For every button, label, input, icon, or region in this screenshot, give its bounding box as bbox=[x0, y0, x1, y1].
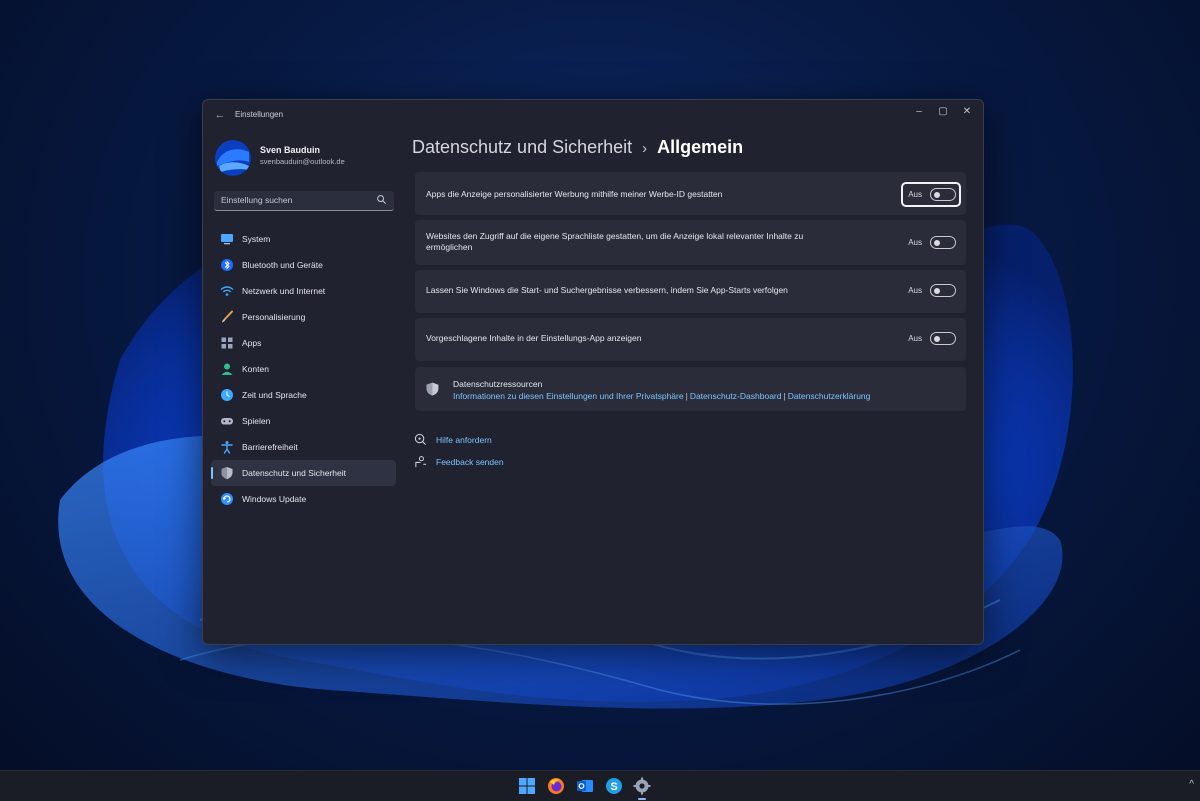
search-input[interactable]: Einstellung suchen bbox=[221, 195, 292, 205]
sidebar-item-label: Zeit und Sprache bbox=[242, 390, 307, 400]
privacy-resources-title: Datenschutzressourcen bbox=[453, 379, 543, 389]
title-bar[interactable]: ← Einstellungen – ▢ ✕ bbox=[203, 100, 983, 130]
setting-label: Lassen Sie Windows die Start- und Sucher… bbox=[426, 285, 788, 295]
sidebar-item-label: Spielen bbox=[242, 416, 271, 426]
link-separator: | bbox=[685, 391, 688, 401]
sidebar-item-label: Windows Update bbox=[242, 494, 307, 504]
sidebar-item-system[interactable]: System bbox=[211, 226, 396, 252]
setting-card-language-list[interactable]: Websites den Zugriff auf die eigene Spra… bbox=[415, 220, 966, 265]
sidebar-item-accessibility[interactable]: Barrierefreiheit bbox=[211, 434, 396, 460]
toggle-state-label: Aus bbox=[908, 334, 922, 343]
globe-clock-icon bbox=[221, 389, 233, 401]
setting-card-app-launch-tracking[interactable]: Lassen Sie Windows die Start- und Sucher… bbox=[415, 270, 966, 313]
link-separator: | bbox=[783, 391, 786, 401]
sidebar-item-label: Netzwerk und Internet bbox=[242, 286, 326, 296]
app-title: Einstellungen bbox=[235, 110, 284, 119]
minimize-button[interactable]: – bbox=[907, 104, 931, 120]
arrow-left-icon[interactable]: ← bbox=[213, 108, 227, 122]
setting-label: Vorgeschlagene Inhalte in der Einstellun… bbox=[426, 333, 642, 343]
feedback-icon bbox=[415, 456, 427, 468]
settings-gear-icon bbox=[633, 777, 651, 795]
settings-app-taskbar-button[interactable] bbox=[632, 776, 652, 800]
skype-icon[interactable]: S bbox=[604, 776, 624, 796]
privacy-resources-links: Informationen zu diesen Einstellungen un… bbox=[453, 391, 870, 401]
breadcrumb-current: Allgemein bbox=[657, 137, 744, 157]
toggle-state-label: Aus bbox=[908, 238, 922, 247]
toggle-state-label: Aus bbox=[908, 190, 922, 199]
user-name: Sven Bauduin bbox=[260, 145, 321, 155]
apps-grid-icon bbox=[221, 337, 233, 349]
firefox-icon[interactable] bbox=[546, 776, 566, 796]
brush-icon bbox=[222, 310, 233, 323]
close-button[interactable]: ✕ bbox=[955, 104, 979, 120]
sidebar-item-label: Barrierefreiheit bbox=[242, 442, 298, 452]
sidebar-item-label: Konten bbox=[242, 364, 269, 374]
monitor-icon bbox=[221, 234, 233, 245]
sidebar-item-windows-update[interactable]: Windows Update bbox=[211, 486, 396, 512]
shield-icon bbox=[221, 467, 233, 480]
svg-text:S: S bbox=[610, 781, 617, 793]
toggle-switch[interactable] bbox=[930, 284, 956, 297]
maximize-button[interactable]: ▢ bbox=[931, 104, 955, 120]
sidebar-item-label: Datenschutz und Sicherheit bbox=[242, 468, 346, 478]
breadcrumb-separator: › bbox=[642, 140, 648, 157]
sidebar-nav: System Bluetooth und Geräte Netzwerk und… bbox=[211, 226, 396, 512]
toggle-switch[interactable] bbox=[930, 188, 956, 201]
outlook-icon[interactable] bbox=[575, 776, 595, 796]
update-icon bbox=[221, 493, 233, 505]
shield-icon bbox=[426, 382, 439, 396]
link-privacy-info[interactable]: Informationen zu diesen Einstellungen un… bbox=[453, 391, 684, 401]
bluetooth-icon bbox=[221, 259, 233, 271]
breadcrumb-parent[interactable]: Datenschutz und Sicherheit bbox=[412, 137, 632, 157]
sidebar-item-time-language[interactable]: Zeit und Sprache bbox=[211, 382, 396, 408]
user-email: svenbauduin@outlook.de bbox=[260, 157, 345, 166]
setting-label: Apps die Anzeige personalisierter Werbun… bbox=[426, 189, 723, 199]
sidebar-item-privacy-security[interactable]: Datenschutz und Sicherheit bbox=[211, 460, 396, 486]
sidebar-item-gaming[interactable]: Spielen bbox=[211, 408, 396, 434]
link-privacy-statement[interactable]: Datenschutzerklärung bbox=[788, 391, 871, 401]
get-help-label[interactable]: Hilfe anfordern bbox=[436, 435, 492, 445]
active-indicator bbox=[211, 467, 213, 479]
wifi-icon bbox=[220, 286, 234, 296]
link-privacy-dashboard[interactable]: Datenschutz-Dashboard bbox=[690, 391, 782, 401]
sidebar-item-label: System bbox=[242, 234, 271, 244]
tray-chevron-icon[interactable]: ^ bbox=[1189, 779, 1194, 790]
feedback-label[interactable]: Feedback senden bbox=[436, 457, 504, 467]
toggle-state-label: Aus bbox=[908, 286, 922, 295]
toggle-switch[interactable] bbox=[930, 236, 956, 249]
sidebar-item-label: Bluetooth und Geräte bbox=[242, 260, 323, 270]
sidebar-item-bluetooth[interactable]: Bluetooth und Geräte bbox=[211, 252, 396, 278]
setting-label: Websites den Zugriff auf die eigene Spra… bbox=[426, 231, 804, 252]
avatar[interactable] bbox=[215, 140, 251, 176]
settings-search-box[interactable]: Einstellung suchen bbox=[214, 191, 394, 211]
search-icon[interactable] bbox=[376, 194, 387, 205]
taskbar: S ^ bbox=[0, 770, 1200, 801]
accessibility-icon bbox=[221, 441, 233, 454]
sidebar-item-accounts[interactable]: Konten bbox=[211, 356, 396, 382]
gamepad-icon bbox=[221, 418, 233, 425]
sidebar-item-personalization[interactable]: Personalisierung bbox=[211, 304, 396, 330]
windows-start-icon[interactable] bbox=[517, 776, 537, 796]
help-chat-icon bbox=[414, 433, 426, 445]
setting-card-suggested-content[interactable]: Vorgeschlagene Inhalte in der Einstellun… bbox=[415, 318, 966, 361]
sidebar-item-label: Apps bbox=[242, 338, 262, 348]
settings-window: ← Einstellungen – ▢ ✕ Sven Bauduin svenb… bbox=[202, 99, 984, 645]
setting-card-advertising-id[interactable]: Apps die Anzeige personalisierter Werbun… bbox=[415, 172, 966, 215]
toggle-switch[interactable] bbox=[930, 332, 956, 345]
sidebar-item-label: Personalisierung bbox=[242, 312, 306, 322]
sidebar-item-apps[interactable]: Apps bbox=[211, 330, 396, 356]
sidebar-item-network[interactable]: Netzwerk und Internet bbox=[211, 278, 396, 304]
page-title: Datenschutz und Sicherheit › Allgemein bbox=[412, 137, 743, 158]
person-icon bbox=[221, 363, 233, 375]
privacy-resources-card: Datenschutzressourcen Informationen zu d… bbox=[415, 367, 966, 411]
